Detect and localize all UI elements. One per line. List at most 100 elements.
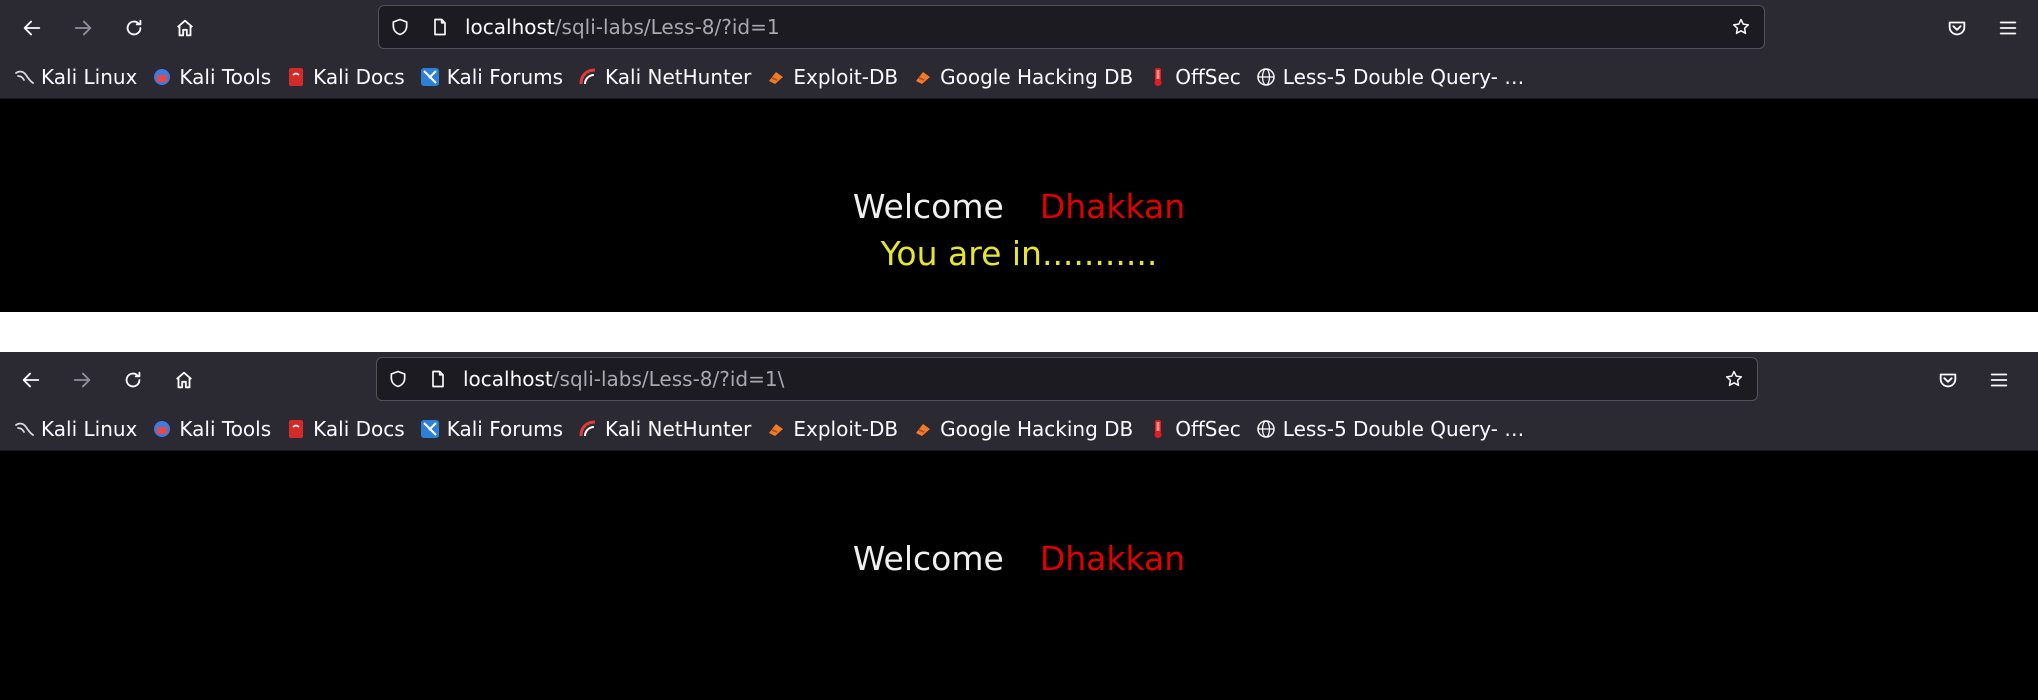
bookmark-star-icon[interactable] [1730, 16, 1752, 38]
url-bar[interactable]: localhost/sqli-labs/Less-8/?id=1 [378, 5, 1765, 49]
bookmark-label: Kali Tools [179, 65, 272, 89]
url-host: localhost [465, 15, 555, 39]
home-icon [177, 19, 193, 37]
bookmark-label: Kali NetHunter [605, 65, 752, 89]
url-host: localhost [463, 367, 553, 391]
kali-docs-icon [286, 67, 306, 87]
url-text[interactable]: localhost/sqli-labs/Less-8/?id=1 [465, 6, 780, 48]
back-button[interactable] [14, 10, 50, 46]
home-button[interactable] [166, 362, 202, 398]
bookmark-less-5[interactable]: Less-5 Double Query- … [1256, 417, 1524, 441]
ghdb-icon [913, 419, 933, 439]
welcome-line: Welcome Dhakkan [0, 539, 2038, 578]
back-arrow-icon [22, 372, 40, 388]
bookmark-kali-forums[interactable]: Kali Forums [420, 417, 563, 441]
bookmark-star-icon[interactable] [1723, 368, 1745, 390]
bookmark-kali-tools[interactable]: Kali Tools [152, 417, 271, 441]
page-icon[interactable] [427, 368, 449, 390]
kali-tools-icon [152, 419, 172, 439]
name-text: Dhakkan [1039, 187, 1186, 226]
bookmarks-toolbar: Kali Linux Kali Tools Kali Docs Kali For… [0, 408, 2038, 451]
reload-icon [125, 371, 141, 388]
exploit-db-icon [766, 419, 786, 439]
back-button[interactable] [13, 362, 49, 398]
nethunter-icon [578, 67, 598, 87]
pocket-icon [1939, 373, 1957, 388]
bookmark-label: OffSec [1175, 65, 1241, 89]
bookmark-label: OffSec [1175, 417, 1241, 441]
bookmark-label: Google Hacking DB [940, 417, 1134, 441]
home-icon [176, 371, 192, 389]
bookmarks-toolbar: Kali Linux Kali Tools Kali Docs Kali For… [0, 56, 2038, 99]
bookmark-label: Kali Linux [41, 417, 138, 441]
url-text[interactable]: localhost/sqli-labs/Less-8/?id=1\ [463, 358, 784, 400]
home-button[interactable] [167, 10, 203, 46]
page-content: Welcome Dhakkan [0, 451, 2038, 700]
kali-tools-icon [152, 67, 172, 87]
bookmark-kali-forums[interactable]: Kali Forums [420, 65, 563, 89]
welcome-text: Welcome [852, 187, 1004, 226]
back-arrow-icon [23, 20, 41, 36]
welcome-text: Welcome [852, 539, 1004, 578]
name-text: Dhakkan [1039, 539, 1186, 578]
bookmark-less-5[interactable]: Less-5 Double Query- … [1256, 65, 1524, 89]
hamburger-menu-icon [1999, 21, 2017, 35]
forward-arrow-icon [74, 20, 92, 36]
you-are-in-message: You are in........... [880, 234, 1158, 273]
bookmark-kali-linux[interactable]: Kali Linux [14, 65, 137, 89]
bookmark-offsec[interactable]: OffSec [1148, 417, 1241, 441]
forward-button[interactable] [64, 362, 100, 398]
bookmark-label: Kali Docs [313, 417, 405, 441]
hamburger-menu-icon [1990, 373, 2008, 387]
kali-dragon-icon [14, 67, 34, 87]
forward-arrow-icon [73, 372, 91, 388]
pocket-button[interactable] [1930, 362, 1966, 398]
bookmark-kali-nethunter[interactable]: Kali NetHunter [578, 417, 751, 441]
url-bar[interactable]: localhost/sqli-labs/Less-8/?id=1\ [376, 357, 1758, 401]
forward-button[interactable] [65, 10, 101, 46]
reload-icon [126, 19, 142, 36]
offsec-icon [1148, 419, 1168, 439]
bookmark-google-hacking-db[interactable]: Google Hacking DB [913, 417, 1133, 441]
bookmark-exploit-db[interactable]: Exploit-DB [766, 65, 898, 89]
bookmark-kali-linux[interactable]: Kali Linux [14, 417, 137, 441]
bookmark-kali-docs[interactable]: Kali Docs [286, 417, 405, 441]
welcome-line: Welcome Dhakkan [0, 187, 2038, 226]
bookmark-label: Less-5 Double Query- … [1282, 417, 1525, 441]
exploit-db-icon [766, 67, 786, 87]
menu-button[interactable] [1990, 10, 2026, 46]
bookmark-label: Kali Forums [446, 65, 564, 89]
browser-screenshot-1: localhost/sqli-labs/Less-8/?id=1 Kali Li… [0, 0, 2038, 312]
reload-button[interactable] [116, 10, 152, 46]
shield-icon[interactable] [389, 16, 411, 38]
bookmark-google-hacking-db[interactable]: Google Hacking DB [913, 65, 1133, 89]
kali-forums-icon [420, 419, 440, 439]
url-path: /sqli-labs/Less-8/?id=1 [554, 15, 780, 39]
pocket-button[interactable] [1939, 10, 1975, 46]
bookmark-offsec[interactable]: OffSec [1148, 65, 1241, 89]
navigation-toolbar: localhost/sqli-labs/Less-8/?id=1\ [0, 352, 2038, 408]
menu-button[interactable] [1981, 362, 2017, 398]
bookmark-label: Exploit-DB [793, 417, 899, 441]
shield-icon[interactable] [387, 368, 409, 390]
bookmark-kali-docs[interactable]: Kali Docs [286, 65, 405, 89]
ghdb-icon [913, 67, 933, 87]
bookmark-label: Exploit-DB [793, 65, 899, 89]
bookmark-kali-tools[interactable]: Kali Tools [152, 65, 271, 89]
bookmark-label: Kali NetHunter [605, 417, 752, 441]
kali-dragon-icon [14, 419, 34, 439]
navigation-toolbar: localhost/sqli-labs/Less-8/?id=1 [0, 0, 2038, 56]
nethunter-icon [578, 419, 598, 439]
pocket-icon [1948, 21, 1966, 36]
url-path: /sqli-labs/Less-8/?id=1\ [552, 367, 785, 391]
offsec-icon [1148, 67, 1168, 87]
reload-button[interactable] [115, 362, 151, 398]
page-icon[interactable] [429, 16, 451, 38]
bookmark-label: Less-5 Double Query- … [1282, 65, 1525, 89]
kali-docs-icon [286, 419, 306, 439]
bookmark-kali-nethunter[interactable]: Kali NetHunter [578, 65, 751, 89]
bookmark-label: Kali Docs [313, 65, 405, 89]
globe-icon [1256, 67, 1276, 87]
page-content: Welcome Dhakkan You are in........... [0, 99, 2038, 312]
bookmark-exploit-db[interactable]: Exploit-DB [766, 417, 898, 441]
